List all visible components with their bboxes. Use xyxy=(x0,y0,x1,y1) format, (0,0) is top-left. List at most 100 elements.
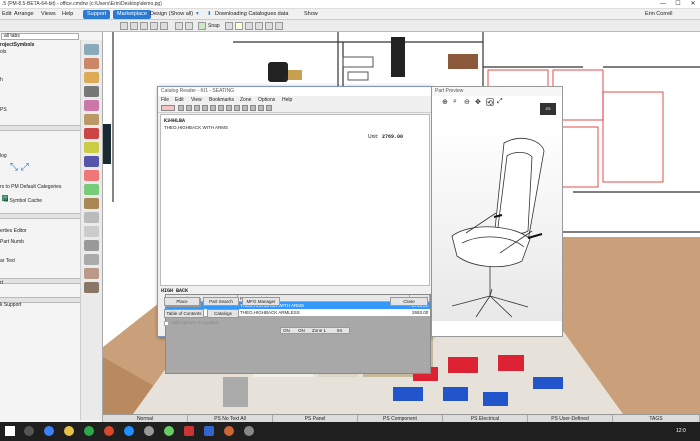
settings-icon[interactable] xyxy=(250,105,256,111)
panel-row[interactable]: erties Editor xyxy=(0,228,80,234)
dialog-menu-view[interactable]: View xyxy=(191,96,202,104)
symbol-thumb[interactable] xyxy=(84,44,99,55)
app-icon[interactable] xyxy=(124,426,134,436)
menu-arrange[interactable]: Arrange xyxy=(14,10,34,19)
place-button[interactable]: Place xyxy=(164,297,200,306)
app-icon[interactable] xyxy=(224,426,234,436)
symbol-thumb[interactable] xyxy=(84,212,99,223)
marketplace-button[interactable]: Marketplace xyxy=(113,10,151,19)
show-toggle[interactable]: Show xyxy=(304,10,318,19)
zoom-icon[interactable]: ⌕ xyxy=(453,98,461,106)
user-name[interactable]: Erin Correll xyxy=(645,10,673,19)
symbol-thumb[interactable] xyxy=(84,268,99,279)
panel-row[interactable]: log xyxy=(0,153,80,159)
app-icon[interactable] xyxy=(204,426,214,436)
tabs-search-input[interactable]: all tabs xyxy=(1,33,79,40)
minimize-button[interactable]: — xyxy=(656,0,670,9)
search-icon[interactable] xyxy=(24,426,34,436)
bookmark-icon[interactable] xyxy=(210,105,216,111)
symbol-thumb[interactable] xyxy=(84,100,99,111)
back-icon[interactable] xyxy=(178,105,184,111)
symbol-thumb[interactable] xyxy=(84,184,99,195)
status-on-1[interactable]: ON xyxy=(283,328,290,334)
tool-pan-icon[interactable] xyxy=(255,22,263,30)
tool-layer-icon[interactable] xyxy=(265,22,273,30)
zoom-out-icon[interactable]: ⊖ xyxy=(464,98,472,106)
menu-views[interactable]: Views xyxy=(41,10,56,19)
pin-icon[interactable] xyxy=(266,105,272,111)
close-dialog-button[interactable]: Close xyxy=(390,297,428,306)
design-dropdown[interactable]: Design (Show all) xyxy=(150,10,193,19)
menu-help[interactable]: Help xyxy=(62,10,73,19)
panel-row[interactable]: rt xyxy=(0,280,80,286)
browser-icon[interactable] xyxy=(44,426,54,436)
home-icon[interactable] xyxy=(202,105,208,111)
catalog-tool-icon[interactable] xyxy=(161,105,175,111)
start-icon[interactable] xyxy=(5,426,15,436)
dialog-menu-help[interactable]: Help xyxy=(282,96,292,104)
tool-zoom-icon[interactable] xyxy=(245,22,253,30)
dialog-menu-bookmarks[interactable]: Bookmarks xyxy=(209,96,234,104)
tool-check-icon[interactable] xyxy=(235,22,243,30)
view-cube[interactable]: ZS xyxy=(540,103,556,115)
chevron-down-icon[interactable]: ▾ xyxy=(196,10,199,19)
forward-icon[interactable] xyxy=(186,105,192,111)
status-zone[interactable]: Zone 1 xyxy=(312,328,326,334)
grid-icon[interactable] xyxy=(234,105,240,111)
panel-row[interactable]: PS xyxy=(0,107,80,113)
app-icon[interactable] xyxy=(244,426,254,436)
tool-rotate-icon[interactable] xyxy=(140,22,148,30)
print-icon[interactable] xyxy=(218,105,224,111)
tool-undo-icon[interactable] xyxy=(175,22,183,30)
list-icon[interactable] xyxy=(226,105,232,111)
tree-root[interactable]: rojectSymbols xyxy=(0,42,80,48)
mfg-manager-button[interactable]: MFG Manager xyxy=(242,297,280,306)
tool-redo-icon[interactable] xyxy=(185,22,193,30)
fit-icon[interactable]: ⤢ xyxy=(497,98,505,106)
rotate-icon[interactable]: ⟲ xyxy=(486,98,494,107)
app-icon[interactable] xyxy=(184,426,194,436)
panel-section-header[interactable] xyxy=(0,213,80,219)
panel-row[interactable]: Part Numb xyxy=(0,239,80,245)
panel-row[interactable]: rs to PM Default Categories xyxy=(0,184,80,190)
dialog-menu-file[interactable]: File xyxy=(161,96,169,104)
tool-3d-icon[interactable] xyxy=(275,22,283,30)
symbol-thumb[interactable] xyxy=(84,114,99,125)
dialog-menu-edit[interactable]: Edit xyxy=(175,96,184,104)
panel-row[interactable]: ar Text xyxy=(0,258,80,264)
symbol-thumb[interactable] xyxy=(84,226,99,237)
table-row[interactable]: K34HLBXA THEO,HIGHBACK ARMLESS 2693.00 xyxy=(166,309,430,316)
part-search-button[interactable]: Part Search xyxy=(203,297,239,306)
tool-copy-icon[interactable] xyxy=(150,22,158,30)
pan-icon[interactable]: ✥ xyxy=(475,98,483,106)
symbol-thumb[interactable] xyxy=(84,86,99,97)
up-icon[interactable] xyxy=(194,105,200,111)
panel-row[interactable]: k Support xyxy=(0,302,80,308)
tool-select-icon[interactable] xyxy=(120,22,128,30)
close-button[interactable]: ✕ xyxy=(686,0,700,9)
symbol-thumb[interactable] xyxy=(84,240,99,251)
symbol-thumb[interactable] xyxy=(84,282,99,293)
symbol-thumb[interactable] xyxy=(84,128,99,139)
symbol-thumb[interactable] xyxy=(84,170,99,181)
catalogs-button[interactable]: Catalogs xyxy=(207,309,239,318)
snap-checkbox[interactable] xyxy=(198,22,206,30)
symbol-thumb[interactable] xyxy=(84,72,99,83)
app-icon[interactable] xyxy=(164,426,174,436)
dialog-menu-options[interactable]: Options xyxy=(258,96,275,104)
add-options-checkbox[interactable] xyxy=(164,321,169,326)
support-button[interactable]: Support xyxy=(83,10,111,19)
app-icon[interactable] xyxy=(104,426,114,436)
tool-grid-icon[interactable] xyxy=(225,22,233,30)
panel-row[interactable]: h xyxy=(0,77,80,83)
symbol-thumb[interactable] xyxy=(84,254,99,265)
panel-row[interactable]: ols xyxy=(0,49,80,55)
status-on-2[interactable]: ON xyxy=(298,328,305,334)
menu-edit[interactable]: Edit xyxy=(2,10,11,19)
panel-row[interactable]: M Symbol Cache xyxy=(4,198,84,204)
symbol-thumb[interactable] xyxy=(84,142,99,153)
symbol-thumb[interactable] xyxy=(84,156,99,167)
help-icon[interactable] xyxy=(258,105,264,111)
symbol-thumb[interactable] xyxy=(84,58,99,69)
zoom-in-icon[interactable]: ⊕ xyxy=(442,98,450,106)
